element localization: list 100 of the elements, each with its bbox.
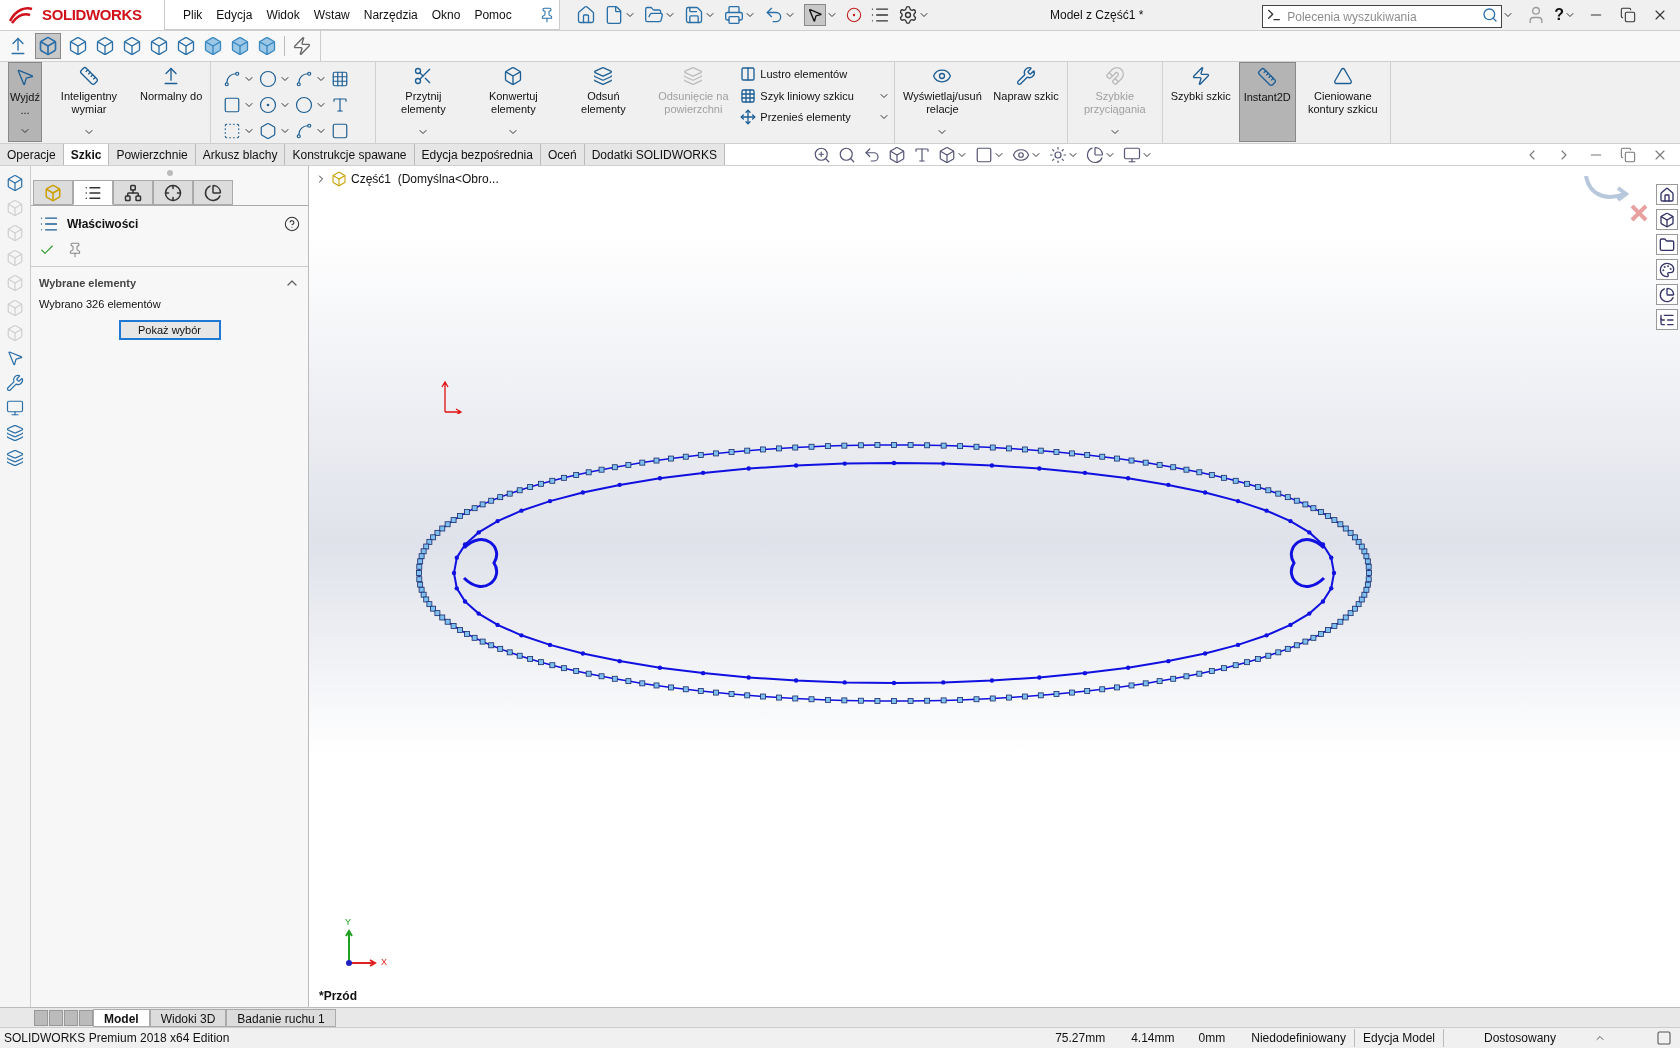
spline-icon[interactable]: [295, 70, 314, 88]
menu-item[interactable]: Narzędzia: [363, 5, 418, 24]
view-name: *Przód: [319, 988, 357, 1005]
view-cube-button[interactable]: [35, 33, 61, 59]
home-icon[interactable]: [576, 5, 596, 25]
view-orientation-icon[interactable]: [938, 145, 956, 164]
menu-item[interactable]: Pomoc: [474, 5, 512, 24]
crosshair-icon: [164, 183, 182, 202]
rectangle-icon[interactable]: [223, 96, 242, 114]
view-cube-icon[interactable]: [176, 36, 196, 56]
tab-scroll-button[interactable]: [64, 1009, 78, 1026]
wrench-icon[interactable]: [6, 374, 24, 392]
shaded-shape-icon: [1332, 66, 1353, 86]
new-document-icon[interactable]: [604, 5, 624, 25]
restore-icon[interactable]: [1620, 7, 1636, 23]
panel-tab[interactable]: [73, 180, 113, 205]
previous-view-icon[interactable]: [863, 145, 881, 164]
view-cube-icon[interactable]: [230, 36, 250, 56]
select-icon[interactable]: [6, 349, 24, 367]
model-tab[interactable]: Widoki 3D: [149, 1008, 227, 1027]
model-tab[interactable]: Model: [93, 1008, 150, 1027]
panel-tab[interactable]: [153, 180, 193, 205]
wrench-icon: [1016, 66, 1037, 86]
ribbon-button[interactable]: Napraw szkic: [989, 62, 1063, 142]
command-tab[interactable]: Szkic: [63, 144, 110, 165]
panel-tab[interactable]: [113, 180, 153, 205]
pin-icon[interactable]: [539, 6, 555, 23]
menu-item[interactable]: Plik: [183, 5, 203, 24]
help-button[interactable]: ?: [1554, 3, 1564, 27]
ribbon-button[interactable]: Inteligentny wymiar: [46, 62, 132, 142]
status-y: 4.14mm: [1131, 1030, 1175, 1047]
task-pane-tab[interactable]: [1656, 259, 1678, 280]
model-tab[interactable]: Badanie ruchu 1: [226, 1008, 336, 1027]
help-icon[interactable]: [284, 216, 300, 232]
part-icon: [44, 183, 62, 202]
view-cube-icon[interactable]: [203, 36, 223, 56]
menu-item[interactable]: Widok: [266, 5, 300, 24]
view-cube-icon[interactable]: [257, 36, 277, 56]
task-pane-tab[interactable]: [1656, 209, 1678, 230]
box-icon[interactable]: [6, 174, 24, 192]
ribbon-button[interactable]: Odsuń elementy: [560, 62, 647, 142]
layers-icon[interactable]: [6, 449, 24, 467]
monitor-icon[interactable]: [1123, 145, 1141, 164]
view-cube-icon[interactable]: [95, 36, 115, 56]
pushpin-icon[interactable]: [67, 242, 83, 258]
part-icon[interactable]: [331, 171, 347, 187]
ribbon-button[interactable]: Normalny do: [136, 62, 207, 142]
tab-scroll-button[interactable]: [49, 1009, 63, 1026]
ribbon-button[interactable]: Wyświetlaj/usuń relacje: [899, 62, 986, 142]
task-pane-tab[interactable]: [1656, 234, 1678, 255]
panel-tab[interactable]: [193, 180, 233, 205]
restore-icon[interactable]: [1620, 146, 1636, 163]
view-cube-icon[interactable]: [122, 36, 142, 56]
view-cube-icon[interactable]: [68, 36, 88, 56]
undo-icon[interactable]: [764, 5, 784, 25]
text-icon[interactable]: [331, 96, 350, 114]
menu-item[interactable]: Edycja: [216, 5, 253, 24]
ribbon-button[interactable]: Cieniowane kontury szkicu: [1299, 62, 1386, 142]
polygon-icon[interactable]: [259, 122, 278, 140]
task-pane-tab[interactable]: [1656, 184, 1678, 205]
cursor-icon: [807, 7, 823, 23]
zoom-icon[interactable]: [813, 145, 831, 164]
view-cube-icon[interactable]: [149, 36, 169, 56]
menu-item[interactable]: Wstaw: [313, 5, 350, 24]
layers-icon[interactable]: [6, 424, 24, 442]
search-field[interactable]: Polecenia wyszukiwania: [1262, 5, 1503, 28]
screen-icon[interactable]: [6, 399, 24, 417]
panel-title: Właściwości: [67, 216, 139, 233]
origin-arrows-icon: [441, 380, 463, 414]
ribbon-button[interactable]: Instant2D: [1238, 62, 1296, 142]
units-button[interactable]: Dostosowany: [1484, 1029, 1594, 1047]
menu-item[interactable]: Okno: [431, 5, 461, 24]
task-pane-tab[interactable]: [1656, 284, 1678, 305]
ribbon-button[interactable]: Wyjdź ...: [8, 62, 42, 142]
tab-scroll-button[interactable]: [34, 1009, 48, 1026]
ribbon-list-button[interactable]: Lustro elementów: [760, 66, 848, 83]
ribbon-button[interactable]: Konwertuj elementy: [470, 62, 557, 142]
folder-icon: [1659, 236, 1675, 253]
grid-icon[interactable]: [331, 70, 350, 88]
open-folder-icon[interactable]: [644, 5, 664, 25]
axis-label: X: [381, 955, 387, 969]
lightning-icon: [1190, 66, 1211, 86]
ribbon-button[interactable]: Szybki szkic: [1166, 62, 1235, 142]
print-icon[interactable]: [724, 5, 744, 25]
select-button[interactable]: [804, 4, 826, 26]
tab-scroll-button[interactable]: [79, 1009, 93, 1026]
search-icon[interactable]: [1482, 6, 1499, 23]
task-pane-tab[interactable]: [1656, 309, 1678, 330]
ribbon-list-button[interactable]: Przenieś elementy: [760, 109, 851, 126]
circle-icon[interactable]: [259, 70, 278, 88]
settings-icon[interactable]: [898, 5, 918, 25]
status-text: SOLIDWORKS Premium 2018 x64 Edition: [3, 1030, 230, 1047]
show-selection-button[interactable]: Pokaż wybór: [118, 320, 221, 340]
ribbon-list-button[interactable]: Szyk liniowy szkicu: [760, 87, 854, 104]
ribbon-button[interactable]: Przytnij elementy: [380, 62, 467, 142]
save-icon[interactable]: [684, 5, 704, 25]
app-logo: SOLIDWORKS: [42, 4, 142, 25]
zoom-area-icon[interactable]: [838, 145, 856, 164]
ruler-icon: [1257, 67, 1278, 87]
tree-item[interactable]: Część1 (Domyślna<Obro...: [351, 170, 499, 188]
